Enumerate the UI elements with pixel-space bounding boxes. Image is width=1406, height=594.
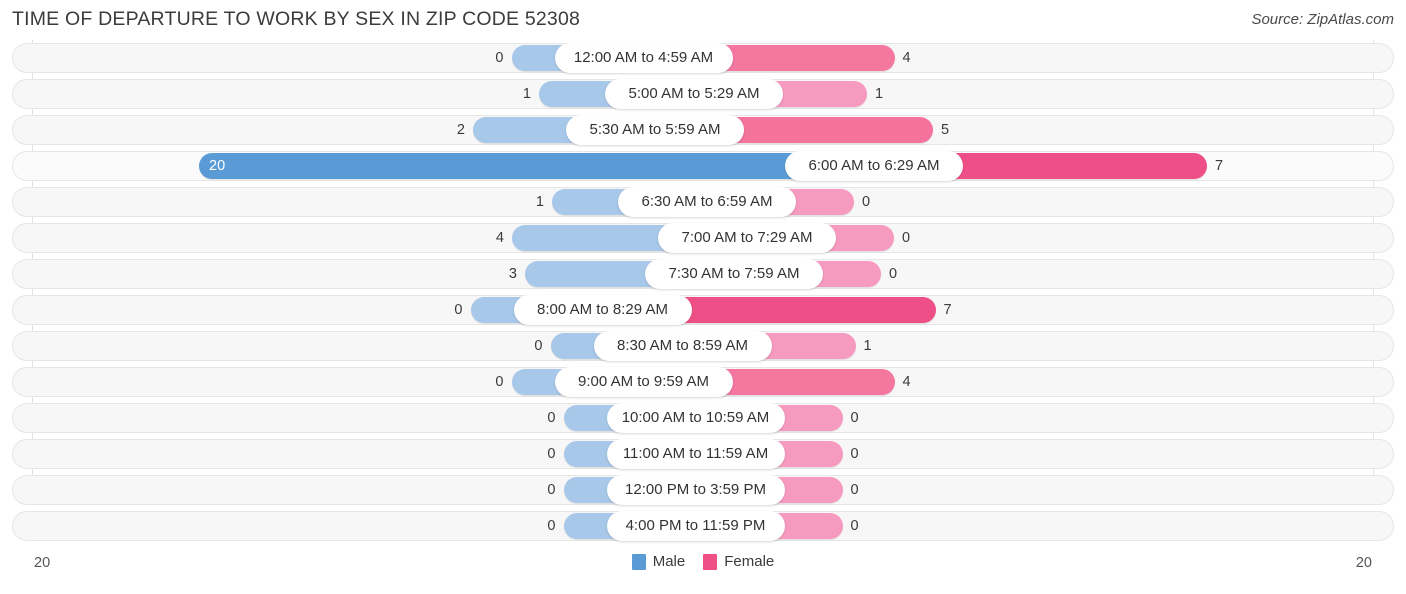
category-label: 12:00 AM to 4:59 AM <box>554 43 733 73</box>
male-value-label: 0 <box>454 301 463 318</box>
row-barline: 0 4:00 PM to 11:59 PM 0 <box>12 508 1394 544</box>
category-label: 9:00 AM to 9:59 AM <box>554 367 733 397</box>
category-label: 4:00 PM to 11:59 PM <box>606 511 785 541</box>
female-value-label: 0 <box>902 229 911 246</box>
row-barline: 20206:00 AM to 6:29 AM7 <box>12 148 1394 184</box>
row-barline: 0 12:00 AM to 4:59 AM 4 <box>12 40 1394 76</box>
male-value-label: 0 <box>547 517 556 534</box>
male-value-inline: 20 <box>209 157 226 174</box>
legend-item[interactable]: Male <box>631 553 686 570</box>
female-value-label: 1 <box>863 337 872 354</box>
category-label: 10:00 AM to 10:59 AM <box>606 403 785 433</box>
table-row[interactable]: 0 12:00 AM to 4:59 AM 4 <box>12 40 1394 76</box>
male-value-label: 0 <box>547 445 556 462</box>
table-row[interactable]: 0 11:00 AM to 11:59 AM 0 <box>12 436 1394 472</box>
table-row[interactable]: 0 8:30 AM to 8:59 AM 1 <box>12 328 1394 364</box>
table-row[interactable]: 0 8:00 AM to 8:29 AM 7 <box>12 292 1394 328</box>
table-row[interactable]: 20206:00 AM to 6:29 AM7 <box>12 148 1394 184</box>
male-value-label: 0 <box>495 49 504 66</box>
row-barline: 0 8:00 AM to 8:29 AM 7 <box>12 292 1394 328</box>
source-attribution: Source: ZipAtlas.com <box>1251 11 1394 28</box>
legend-item[interactable]: Female <box>703 553 774 570</box>
female-bar[interactable] <box>757 333 856 359</box>
row-barline: 4 7:00 AM to 7:29 AM 0 <box>12 220 1394 256</box>
row-barline: 0 8:30 AM to 8:59 AM 1 <box>12 328 1394 364</box>
female-bar[interactable] <box>730 117 933 143</box>
female-value-label: 0 <box>862 193 871 210</box>
category-label: 12:00 PM to 3:59 PM <box>606 475 785 505</box>
page-title: TIME OF DEPARTURE TO WORK BY SEX IN ZIP … <box>12 8 581 30</box>
table-row[interactable]: 0 9:00 AM to 9:59 AM 4 <box>12 364 1394 400</box>
male-bar[interactable]: 20 <box>199 153 799 179</box>
female-value-label: 4 <box>902 373 911 390</box>
female-value-label: 7 <box>943 301 952 318</box>
table-row[interactable]: 3 7:30 AM to 7:59 AM 0 <box>12 256 1394 292</box>
female-bar[interactable] <box>718 45 895 71</box>
female-value-label: 4 <box>902 49 911 66</box>
row-barline: 0 10:00 AM to 10:59 AM 0 <box>12 400 1394 436</box>
category-label: 6:30 AM to 6:59 AM <box>618 187 796 217</box>
category-label: 8:30 AM to 8:59 AM <box>593 331 772 361</box>
category-label: 7:00 AM to 7:29 AM <box>658 223 836 253</box>
category-label: 6:00 AM to 6:29 AM <box>785 151 963 181</box>
row-barline: 0 12:00 PM to 3:59 PM 0 <box>12 472 1394 508</box>
male-value-label: 0 <box>547 481 556 498</box>
category-label: 7:30 AM to 7:59 AM <box>645 259 823 289</box>
category-label: 5:30 AM to 5:59 AM <box>566 115 744 145</box>
table-row[interactable]: 1 6:30 AM to 6:59 AM 0 <box>12 184 1394 220</box>
table-row[interactable]: 0 12:00 PM to 3:59 PM 0 <box>12 472 1394 508</box>
female-value-label: 7 <box>1215 157 1224 174</box>
male-value-label: 1 <box>535 193 544 210</box>
female-value-label: 0 <box>850 445 859 462</box>
female-value-label: 5 <box>941 121 950 138</box>
legend-label: Female <box>724 553 775 570</box>
bar-rows: 0 12:00 AM to 4:59 AM 4 1 5:00 AM to 5:29 AM… <box>12 40 1394 544</box>
female-swatch <box>703 553 718 570</box>
table-row[interactable]: 1 5:00 AM to 5:29 AM 1 <box>12 76 1394 112</box>
category-label: 5:00 AM to 5:29 AM <box>605 79 783 109</box>
female-bar[interactable] <box>949 153 1207 179</box>
male-value-label: 1 <box>522 85 531 102</box>
female-value-label: 0 <box>889 265 898 282</box>
female-bar[interactable] <box>718 369 895 395</box>
male-value-label: 0 <box>495 373 504 390</box>
row-barline: 1 6:30 AM to 6:59 AM 0 <box>12 184 1394 220</box>
male-value-label: 0 <box>547 409 556 426</box>
female-value-label: 0 <box>850 409 859 426</box>
category-label: 11:00 AM to 11:59 AM <box>606 439 785 469</box>
female-value-label: 0 <box>850 481 859 498</box>
row-barline: 0 11:00 AM to 11:59 AM 0 <box>12 436 1394 472</box>
table-row[interactable]: 0 4:00 PM to 11:59 PM 0 <box>12 508 1394 544</box>
row-barline: 1 5:00 AM to 5:29 AM 1 <box>12 76 1394 112</box>
male-value-label: 3 <box>508 265 517 282</box>
chart-legend: Male Female <box>12 553 1394 570</box>
male-value-label: 4 <box>495 229 504 246</box>
table-row[interactable]: 4 7:00 AM to 7:29 AM 0 <box>12 220 1394 256</box>
category-label: 8:00 AM to 8:29 AM <box>513 295 692 325</box>
row-barline: 3 7:30 AM to 7:59 AM 0 <box>12 256 1394 292</box>
male-swatch <box>631 553 646 570</box>
row-barline: 2 5:30 AM to 5:59 AM 5 <box>12 112 1394 148</box>
female-bar[interactable] <box>769 81 867 107</box>
male-bar[interactable] <box>525 261 659 287</box>
female-value-label: 1 <box>875 85 884 102</box>
female-bar[interactable] <box>677 297 936 323</box>
male-value-label: 0 <box>534 337 543 354</box>
chart-footer: 20 20 Male Female <box>12 545 1394 589</box>
legend-label: Male <box>652 553 686 570</box>
male-bar[interactable] <box>512 225 672 251</box>
male-bar[interactable] <box>473 117 580 143</box>
table-row[interactable]: 0 10:00 AM to 10:59 AM 0 <box>12 400 1394 436</box>
row-barline: 0 9:00 AM to 9:59 AM 4 <box>12 364 1394 400</box>
chart-header: TIME OF DEPARTURE TO WORK BY SEX IN ZIP … <box>0 0 1406 40</box>
chart-plot-area: 0 12:00 AM to 4:59 AM 4 1 5:00 AM to 5:29 AM… <box>12 40 1394 545</box>
male-value-label: 2 <box>456 121 465 138</box>
table-row[interactable]: 2 5:30 AM to 5:59 AM 5 <box>12 112 1394 148</box>
female-value-label: 0 <box>850 517 859 534</box>
